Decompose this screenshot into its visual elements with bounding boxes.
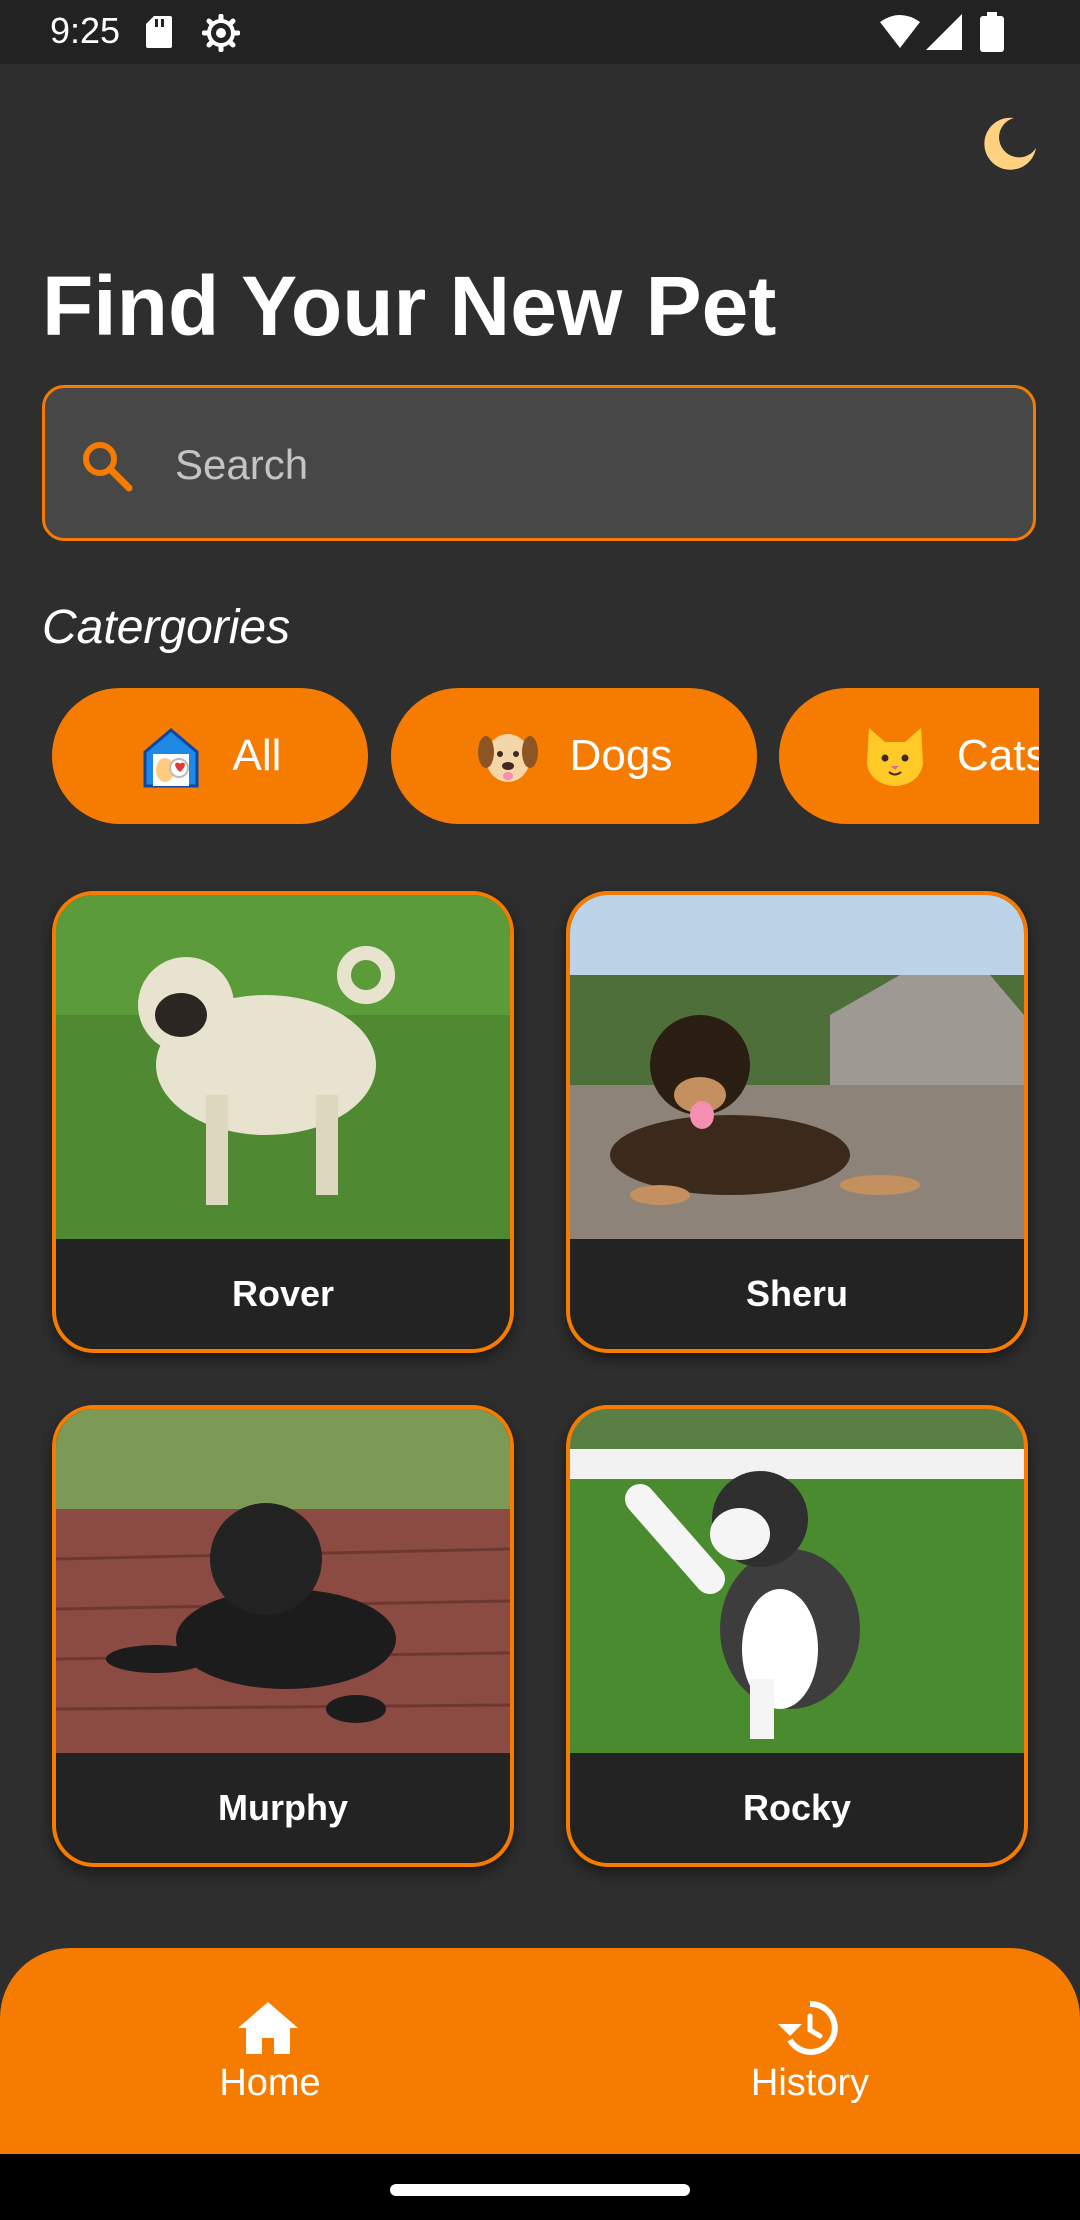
husky-puppy-photo <box>570 1409 1024 1753</box>
wifi-icon <box>880 15 920 48</box>
pet-name: Rover <box>231 1273 335 1314</box>
category-list: All Dogs Cats <box>52 688 1039 824</box>
home-icon <box>238 2002 298 2054</box>
pet-card-sheru[interactable]: Sheru <box>566 891 1028 1353</box>
pet-house-icon <box>143 728 199 788</box>
home-gesture-handle[interactable] <box>390 2184 690 2196</box>
nav-label: History <box>750 2062 870 2104</box>
sd-card-icon <box>146 16 172 48</box>
nav-history[interactable]: History <box>540 1948 1080 2154</box>
german-shepherd-puppy-photo <box>570 895 1024 1239</box>
battery-icon <box>980 12 1004 52</box>
category-chip-cats[interactable]: Cats <box>779 688 1039 824</box>
dog-face-icon <box>477 734 538 782</box>
nav-label: Home <box>219 2062 321 2104</box>
nav-home[interactable]: Home <box>0 1948 540 2154</box>
status-bar: 9:25 <box>0 0 1080 64</box>
category-chip-label: Dogs <box>569 731 673 780</box>
pug-standing-photo <box>56 895 510 1239</box>
history-icon <box>778 2000 838 2055</box>
bottom-navigation: Home History <box>0 1948 1080 2154</box>
search-icon <box>83 442 133 492</box>
dark-mode-moon-icon[interactable] <box>980 112 1040 172</box>
search-box[interactable] <box>42 385 1036 541</box>
settings-gear-icon <box>202 14 240 52</box>
search-input[interactable] <box>173 424 997 506</box>
pet-card-rocky[interactable]: Rocky <box>566 1405 1028 1867</box>
category-chip-label: Cats <box>957 731 1039 780</box>
pet-card-rover[interactable]: Rover <box>52 891 514 1353</box>
category-chip-dogs[interactable]: Dogs <box>391 688 757 824</box>
system-gesture-bar <box>0 2154 1080 2220</box>
pet-name: Sheru <box>745 1273 849 1314</box>
category-chip-label: All <box>232 731 282 780</box>
categories-title: Catergories <box>42 601 291 654</box>
black-pug-lying-photo <box>56 1409 510 1753</box>
category-chip-all[interactable]: All <box>52 688 368 824</box>
pet-name: Murphy <box>218 1787 348 1828</box>
cat-face-icon <box>867 728 923 786</box>
pet-card-murphy[interactable]: Murphy <box>52 1405 514 1867</box>
pet-name: Rocky <box>742 1787 852 1828</box>
cell-signal-icon <box>926 14 962 50</box>
page-title: Find Your New Pet <box>42 259 777 353</box>
status-time: 9:25 <box>50 10 121 51</box>
